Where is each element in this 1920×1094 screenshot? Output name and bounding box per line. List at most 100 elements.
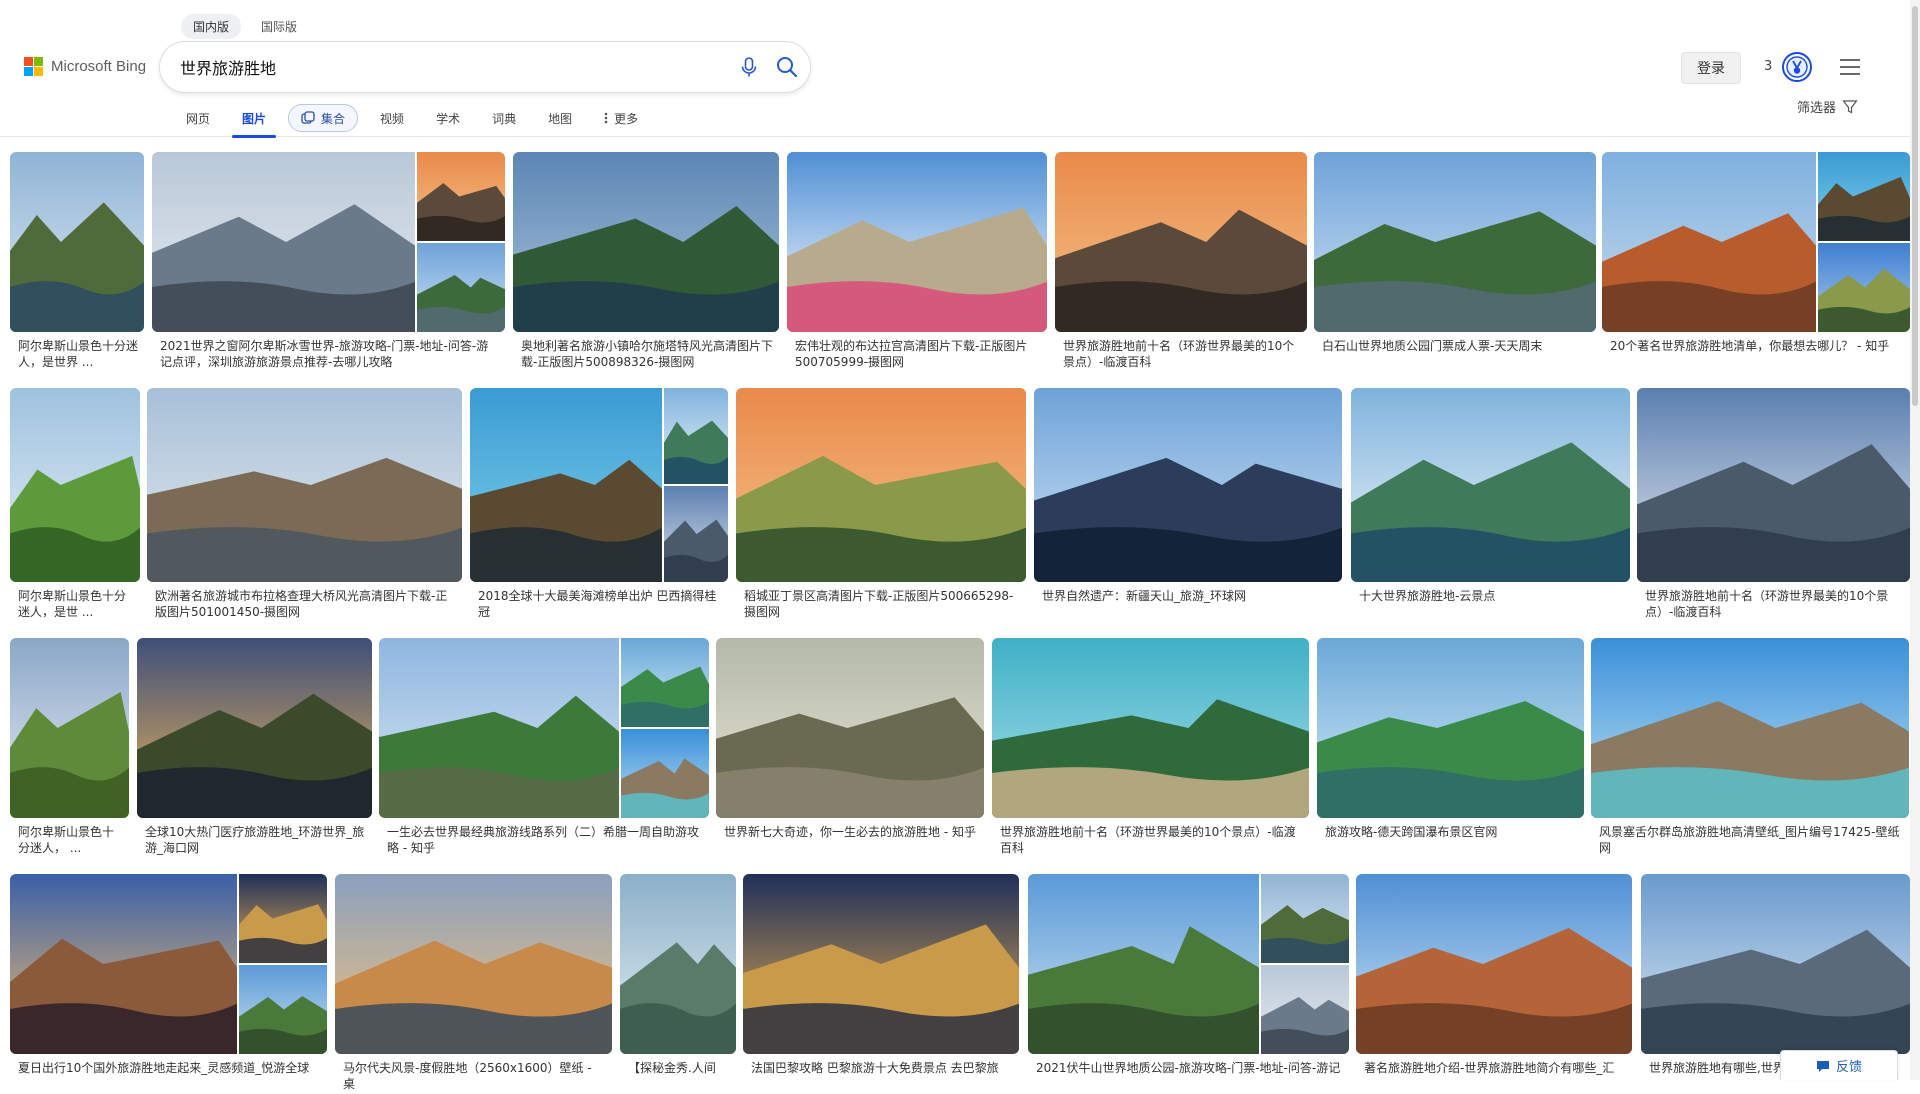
image-result[interactable]: 著名旅游胜地介绍-世界旅游胜地简介有哪些_汇 xyxy=(1356,874,1632,1094)
result-thumbnail[interactable] xyxy=(10,388,140,582)
result-caption[interactable]: 阿尔卑斯山景色十分迷人，是世界 ... xyxy=(18,338,138,370)
scrollbar-thumb[interactable] xyxy=(1912,6,1918,406)
result-thumbnail[interactable] xyxy=(992,638,1309,818)
result-thumbnail[interactable] xyxy=(787,152,1047,332)
tab-web[interactable]: 网页 xyxy=(170,103,226,133)
image-result[interactable]: 宏伟壮观的布达拉宫高清图片下载-正版图片500705999-摄图网 xyxy=(787,152,1047,372)
login-button[interactable]: 登录 xyxy=(1681,52,1741,84)
tab-images[interactable]: 图片 xyxy=(226,103,282,138)
result-caption[interactable]: 白石山世界地质公园门票成人票-天天周末 xyxy=(1322,338,1590,354)
image-result[interactable]: 旅游攻略-德天跨国瀑布景区官网 xyxy=(1317,638,1584,858)
result-caption[interactable]: 世界旅游胜地前十名（环游世界最美的10个景点）-临渡百科 xyxy=(1063,338,1301,370)
tab-maps[interactable]: 地图 xyxy=(532,103,588,133)
image-result[interactable]: 阿尔卑斯山景色十分迷人， ... xyxy=(10,638,129,858)
image-result[interactable]: 夏日出行10个国外旅游胜地走起来_灵感频道_悦游全球 xyxy=(10,874,327,1094)
result-thumbnail[interactable] xyxy=(1637,388,1910,582)
result-thumbnail[interactable] xyxy=(10,152,144,332)
bing-logo[interactable]: Microsoft Bing xyxy=(24,57,146,76)
tab-more[interactable]: 更多 xyxy=(588,103,654,133)
result-thumbnail[interactable] xyxy=(1602,152,1910,332)
result-caption[interactable]: 全球10大热门医疗旅游胜地_环游世界_旅游_海口网 xyxy=(145,824,366,856)
result-thumbnail[interactable] xyxy=(470,388,728,582)
result-thumbnail[interactable] xyxy=(152,152,505,332)
rewards-medal-icon[interactable] xyxy=(1781,51,1813,83)
result-caption[interactable]: 法国巴黎攻略 巴黎旅游十大免费景点 去巴黎旅 xyxy=(751,1060,1013,1076)
result-thumbnail[interactable] xyxy=(1055,152,1307,332)
feedback-button[interactable]: 反馈 xyxy=(1780,1050,1898,1080)
image-result[interactable]: 世界自然遗产：新疆天山_旅游_环球网 xyxy=(1034,388,1342,622)
result-caption[interactable]: 旅游攻略-德天跨国瀑布景区官网 xyxy=(1325,824,1578,840)
image-result[interactable]: 一生必去世界最经典旅游线路系列（二）希腊一周自助游攻略 - 知乎 xyxy=(379,638,709,858)
result-thumbnail[interactable] xyxy=(335,874,612,1054)
result-caption[interactable]: 世界旅游胜地前十名（环游世界最美的10个景点）-临渡百科 xyxy=(1645,588,1904,620)
result-caption[interactable]: 夏日出行10个国外旅游胜地走起来_灵感频道_悦游全球 xyxy=(18,1060,321,1076)
image-result[interactable]: 2021世界之窗阿尔卑斯冰雪世界-旅游攻略-门票-地址-问答-游记点评，深圳旅游… xyxy=(152,152,505,372)
result-caption[interactable]: 欧洲著名旅游城市布拉格查理大桥风光高清图片下载-正版图片501001450-摄图… xyxy=(155,588,456,620)
tab-dictionary[interactable]: 词典 xyxy=(476,103,532,133)
image-result[interactable]: 全球10大热门医疗旅游胜地_环游世界_旅游_海口网 xyxy=(137,638,372,858)
image-result[interactable]: 世界旅游胜地前十名（环游世界最美的10个景点）-临渡百科 xyxy=(1055,152,1307,372)
result-caption[interactable]: 风景塞舌尔群岛旅游胜地高清壁纸_图片编号17425-壁纸网 xyxy=(1599,824,1903,856)
result-thumbnail[interactable] xyxy=(1641,874,1910,1054)
image-result[interactable]: 风景塞舌尔群岛旅游胜地高清壁纸_图片编号17425-壁纸网 xyxy=(1591,638,1909,858)
result-caption[interactable]: 世界自然遗产：新疆天山_旅游_环球网 xyxy=(1042,588,1336,604)
menu-icon[interactable] xyxy=(1838,56,1862,78)
image-result[interactable]: 20个著名世界旅游胜地清单，你最想去哪儿？ - 知乎 xyxy=(1602,152,1910,372)
result-thumbnail[interactable] xyxy=(1591,638,1909,818)
image-result[interactable]: 马尔代夫风景-度假胜地（2560x1600）壁纸 - 桌 xyxy=(335,874,612,1094)
tab-collections[interactable]: 集合 xyxy=(288,104,359,132)
result-thumbnail[interactable] xyxy=(147,388,462,582)
result-caption[interactable]: 【探秘金秀.人间 xyxy=(628,1060,730,1076)
result-thumbnail[interactable] xyxy=(1314,152,1596,332)
region-tab-domestic[interactable]: 国内版 xyxy=(181,14,242,39)
image-result[interactable]: 十大世界旅游胜地-云景点 xyxy=(1351,388,1630,622)
result-thumbnail[interactable] xyxy=(1028,874,1349,1054)
image-result[interactable]: 阿尔卑斯山景色十分迷人，是世 ... xyxy=(10,388,140,622)
image-result[interactable]: 世界旅游胜地前十名（环游世界最美的10个景点）-临渡百科 xyxy=(1637,388,1910,622)
image-result[interactable]: 奥地利著名旅游小镇哈尔施塔特风光高清图片下载-正版图片500898326-摄图网 xyxy=(513,152,779,372)
result-thumbnail[interactable] xyxy=(10,874,327,1054)
result-caption[interactable]: 一生必去世界最经典旅游线路系列（二）希腊一周自助游攻略 - 知乎 xyxy=(387,824,703,856)
result-thumbnail[interactable] xyxy=(137,638,372,818)
result-caption[interactable]: 20个著名世界旅游胜地清单，你最想去哪儿？ - 知乎 xyxy=(1610,338,1904,354)
image-result[interactable]: 白石山世界地质公园门票成人票-天天周末 xyxy=(1314,152,1596,372)
result-thumbnail[interactable] xyxy=(513,152,779,332)
tab-academic[interactable]: 学术 xyxy=(420,103,476,133)
result-thumbnail[interactable] xyxy=(10,638,129,818)
result-caption[interactable]: 宏伟壮观的布达拉宫高清图片下载-正版图片500705999-摄图网 xyxy=(795,338,1041,370)
region-tab-international[interactable]: 国际版 xyxy=(249,14,309,39)
result-thumbnail[interactable] xyxy=(1034,388,1342,582)
search-icon[interactable] xyxy=(774,54,800,80)
image-result[interactable]: 世界旅游胜地前十名（环游世界最美的10个景点）-临渡百科 xyxy=(992,638,1309,858)
image-result[interactable]: 稻城亚丁景区高清图片下载-正版图片500665298-摄图网 xyxy=(736,388,1026,622)
filter-button[interactable]: 筛选器 xyxy=(1797,97,1858,116)
result-thumbnail[interactable] xyxy=(379,638,709,818)
image-result[interactable]: 2021伏牛山世界地质公园-旅游攻略-门票-地址-问答-游记 xyxy=(1028,874,1349,1094)
result-thumbnail[interactable] xyxy=(620,874,736,1054)
result-caption[interactable]: 世界新七大奇迹，你一生必去的旅游胜地 - 知乎 xyxy=(724,824,978,840)
result-caption[interactable]: 阿尔卑斯山景色十分迷人， ... xyxy=(18,824,123,856)
result-caption[interactable]: 2018全球十大最美海滩榜单出炉 巴西摘得桂冠 xyxy=(478,588,722,620)
result-thumbnail[interactable] xyxy=(716,638,984,818)
image-result[interactable]: 世界新七大奇迹，你一生必去的旅游胜地 - 知乎 xyxy=(716,638,984,858)
image-result[interactable]: 阿尔卑斯山景色十分迷人，是世界 ... xyxy=(10,152,144,372)
tab-videos[interactable]: 视频 xyxy=(364,103,420,133)
microphone-icon[interactable] xyxy=(736,54,762,80)
result-caption[interactable]: 阿尔卑斯山景色十分迷人，是世 ... xyxy=(18,588,134,620)
image-result[interactable]: 【探秘金秀.人间 xyxy=(620,874,736,1094)
result-caption[interactable]: 著名旅游胜地介绍-世界旅游胜地简介有哪些_汇 xyxy=(1364,1060,1626,1076)
result-thumbnail[interactable] xyxy=(1356,874,1632,1054)
result-caption[interactable]: 马尔代夫风景-度假胜地（2560x1600）壁纸 - 桌 xyxy=(343,1060,606,1092)
image-result[interactable]: 法国巴黎攻略 巴黎旅游十大免费景点 去巴黎旅 xyxy=(743,874,1019,1094)
result-caption[interactable]: 奥地利著名旅游小镇哈尔施塔特风光高清图片下载-正版图片500898326-摄图网 xyxy=(521,338,773,370)
result-thumbnail[interactable] xyxy=(1351,388,1630,582)
result-thumbnail[interactable] xyxy=(1317,638,1584,818)
result-caption[interactable]: 十大世界旅游胜地-云景点 xyxy=(1359,588,1624,604)
result-thumbnail[interactable] xyxy=(743,874,1019,1054)
search-input[interactable] xyxy=(180,53,680,81)
result-caption[interactable]: 2021世界之窗阿尔卑斯冰雪世界-旅游攻略-门票-地址-问答-游记点评，深圳旅游… xyxy=(160,338,499,370)
result-caption[interactable]: 2021伏牛山世界地质公园-旅游攻略-门票-地址-问答-游记 xyxy=(1036,1060,1343,1076)
result-caption[interactable]: 稻城亚丁景区高清图片下载-正版图片500665298-摄图网 xyxy=(744,588,1020,620)
result-caption[interactable]: 世界旅游胜地前十名（环游世界最美的10个景点）-临渡百科 xyxy=(1000,824,1303,856)
result-thumbnail[interactable] xyxy=(736,388,1026,582)
